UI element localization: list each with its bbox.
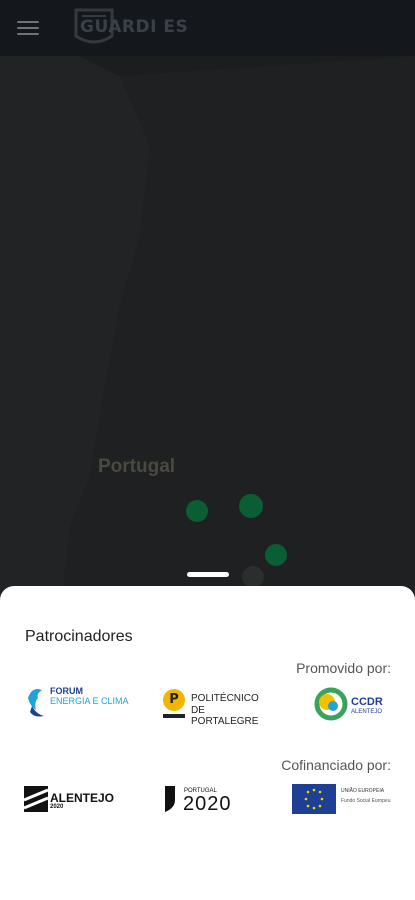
map-marker[interactable] bbox=[242, 566, 264, 588]
forum-line2: ENERGIA E CLIMA bbox=[50, 696, 129, 706]
forum-bird-icon bbox=[28, 689, 44, 717]
sheet-drag-handle[interactable] bbox=[187, 572, 229, 577]
alentejo-line2: 2020 bbox=[50, 804, 64, 810]
alentejo-2020-mark-icon bbox=[23, 786, 49, 812]
map-country-label: Portugal bbox=[98, 456, 176, 477]
promoted-by-label: Promovido por: bbox=[296, 660, 391, 676]
eu-flag-icon bbox=[292, 784, 336, 814]
sponsors-bottom-sheet: Patrocinadores Promovido por: FORUM ENER… bbox=[0, 586, 415, 900]
politecnico-line2: DE PORTALEGRE bbox=[191, 705, 259, 727]
politecnico-line1: POLITÉCNICO bbox=[191, 693, 259, 704]
sponsor-forum-energia-clima: FORUM ENERGIA E CLIMA bbox=[24, 684, 134, 724]
map-marker[interactable] bbox=[265, 544, 287, 566]
cofinanced-by-label: Cofinanciado por: bbox=[281, 757, 391, 773]
sponsor-ccdr-alentejo: CCDR ALENTEJO bbox=[314, 686, 394, 726]
eu-line2: Fundo Social Europeu bbox=[341, 798, 391, 804]
menu-icon[interactable] bbox=[17, 18, 39, 38]
sheet-title: Patrocinadores bbox=[25, 628, 133, 645]
portugal-line2: 2020 bbox=[183, 793, 232, 815]
forum-line1: FORUM bbox=[50, 686, 83, 696]
sponsor-portugal-2020: PORTUGAL 2020 bbox=[163, 786, 253, 816]
ccdr-line2: ALENTEJO bbox=[351, 709, 383, 715]
eu-line1: UNIÃO EUROPEIA bbox=[341, 788, 385, 794]
politecnico-mark: P bbox=[163, 689, 185, 711]
ccdr-swirl-icon bbox=[314, 687, 348, 721]
sponsor-politecnico-portalegre: P POLITÉCNICO DE PORTALEGRE bbox=[163, 689, 273, 727]
sponsor-alentejo-2020: ALENTEJO 2020 bbox=[23, 786, 124, 816]
ccdr-line1: CCDR bbox=[351, 696, 383, 708]
app-logo-text: GUARDI ES bbox=[80, 17, 189, 37]
sponsor-uniao-europeia: UNIÃO EUROPEIA Fundo Social Europeu bbox=[292, 784, 392, 816]
portugal-2020-mark-icon bbox=[165, 786, 175, 812]
map-view[interactable] bbox=[0, 56, 415, 616]
map-marker[interactable] bbox=[239, 494, 263, 518]
map-land-shape bbox=[0, 56, 415, 616]
alentejo-line1: ALENTEJO bbox=[50, 791, 115, 805]
map-marker[interactable] bbox=[186, 500, 208, 522]
politecnico-bar-icon bbox=[163, 714, 185, 718]
app-bar: GUARDI ES bbox=[0, 0, 415, 56]
